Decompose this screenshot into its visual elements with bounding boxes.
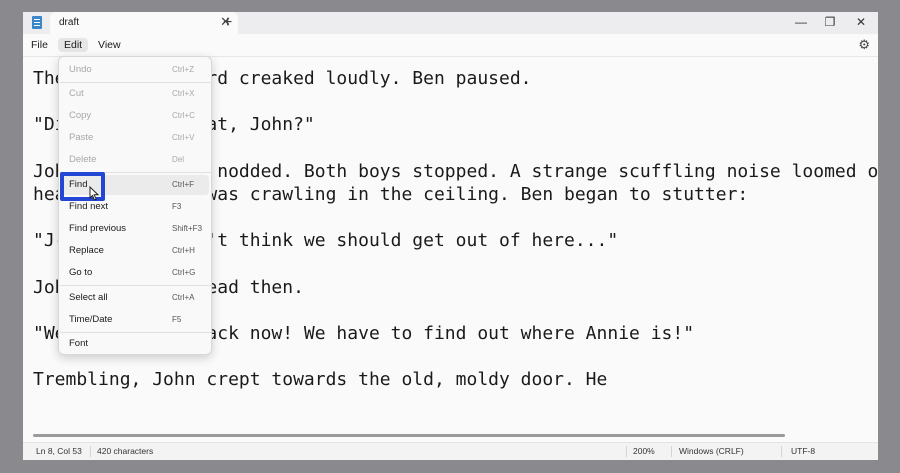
menu-item-shortcut: Ctrl+Z — [172, 65, 194, 74]
edit-menu-dropdown: Undo Ctrl+Z Cut Ctrl+X Copy Ctrl+C Paste… — [58, 56, 212, 355]
menu-item-copy[interactable]: Copy Ctrl+C — [63, 106, 209, 126]
menu-item-label: Time/Date — [69, 314, 113, 325]
menu-item-font[interactable]: Font — [63, 334, 209, 354]
menu-file[interactable]: File — [25, 38, 54, 52]
encoding[interactable]: UTF-8 — [791, 446, 815, 456]
menu-item-shortcut: Ctrl+X — [172, 89, 195, 98]
menu-item-shortcut: Ctrl+C — [172, 111, 195, 120]
status-divider — [90, 446, 91, 457]
menu-divider — [60, 332, 212, 333]
menu-edit[interactable]: Edit — [58, 38, 89, 52]
menu-divider — [60, 82, 212, 83]
tab-draft[interactable]: draft ✕ — [50, 12, 238, 34]
menu-item-label: Delete — [69, 154, 97, 165]
menu-item-label: Copy — [69, 110, 92, 121]
menu-item-label: Select all — [69, 292, 108, 303]
maximize-icon[interactable]: ❐ — [822, 15, 838, 29]
menu-item-shortcut: Del — [172, 155, 185, 164]
menu-item-label: Undo — [69, 64, 92, 75]
menu-item-label: Cut — [69, 88, 84, 99]
menu-item-go-to[interactable]: Go to Ctrl+G — [63, 263, 209, 283]
notepad-app-icon — [32, 16, 42, 29]
menu-item-shortcut: Shift+F3 — [172, 224, 203, 233]
new-tab-icon[interactable]: + — [223, 15, 232, 31]
menu-item-shortcut: Ctrl+F — [172, 180, 194, 189]
status-bar: Ln 8, Col 53 420 characters 200% Windows… — [23, 442, 878, 460]
menu-item-label: Find previous — [69, 223, 127, 234]
menu-item-undo[interactable]: Undo Ctrl+Z — [63, 60, 209, 80]
tab-title: draft — [59, 17, 80, 28]
menu-item-shortcut: Ctrl+H — [172, 246, 195, 255]
menu-divider — [60, 285, 212, 286]
menu-item-label: Go to — [69, 267, 93, 278]
menu-view[interactable]: View — [92, 38, 127, 52]
menu-item-time-date[interactable]: Time/Date F5 — [63, 310, 209, 330]
menu-item-shortcut: Ctrl+V — [172, 133, 195, 142]
line-ending[interactable]: Windows (CRLF) — [679, 446, 744, 456]
mouse-pointer-icon — [89, 186, 100, 201]
close-icon[interactable]: ✕ — [853, 15, 869, 29]
menu-item-shortcut: F5 — [172, 315, 182, 324]
title-bar: draft ✕ + — ❐ ✕ — [23, 12, 878, 34]
menu-item-cut[interactable]: Cut Ctrl+X — [63, 84, 209, 104]
status-divider — [626, 446, 627, 457]
cursor-position: Ln 8, Col 53 — [36, 446, 82, 456]
menu-item-shortcut: F3 — [172, 202, 182, 211]
menu-item-shortcut: Ctrl+A — [172, 293, 195, 302]
menu-item-paste[interactable]: Paste Ctrl+V — [63, 128, 209, 148]
menu-bar: File Edit View ⚙ — [23, 34, 878, 56]
status-divider — [671, 446, 672, 457]
text-line: Trembling, John crept towards the old, m… — [33, 369, 608, 390]
menu-item-label: Replace — [69, 245, 104, 256]
minimize-icon[interactable]: — — [793, 15, 809, 29]
menu-item-label: Find next — [69, 201, 109, 212]
menu-item-find-previous[interactable]: Find previous Shift+F3 — [63, 219, 209, 239]
menu-item-label: Paste — [69, 132, 94, 143]
settings-gear-icon[interactable]: ⚙ — [858, 38, 870, 52]
menu-item-select-all[interactable]: Select all Ctrl+A — [63, 288, 209, 308]
zoom-level[interactable]: 200% — [633, 446, 655, 456]
status-divider — [781, 446, 782, 457]
menu-item-delete[interactable]: Delete Del — [63, 150, 209, 170]
menu-item-replace[interactable]: Replace Ctrl+H — [63, 241, 209, 261]
menu-item-shortcut: Ctrl+G — [172, 268, 196, 277]
character-count: 420 characters — [97, 446, 154, 456]
horizontal-scrollbar[interactable] — [33, 434, 785, 437]
menu-item-label: Font — [69, 338, 89, 349]
